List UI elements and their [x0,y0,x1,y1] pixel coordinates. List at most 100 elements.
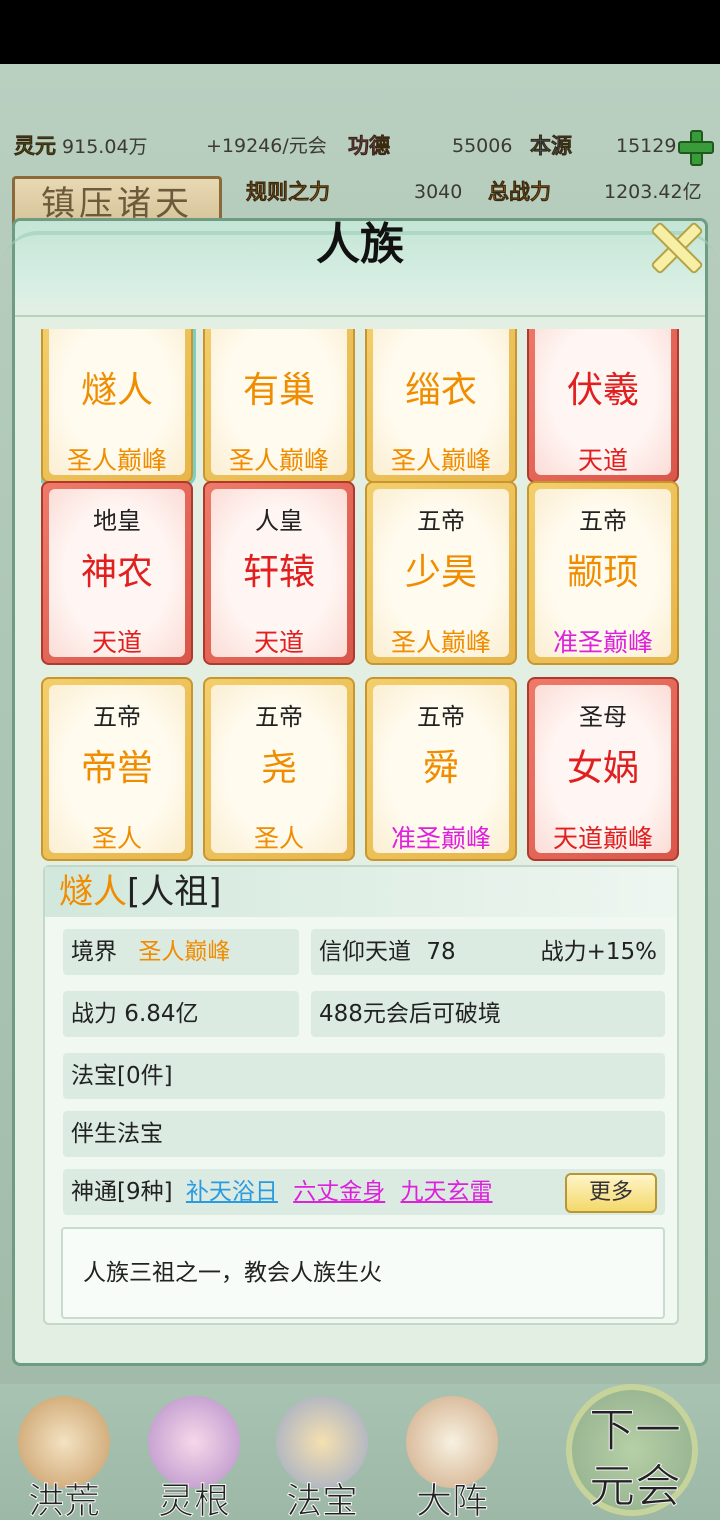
card-name: 颛顼 [566,552,639,593]
card-name: 缁衣 [404,370,477,411]
card-rank: 天道 [577,446,628,475]
lingyuan-rate: +19246/元会 [206,135,327,157]
card-face: 燧人 圣人巅峰 [49,329,185,475]
resource-bar: 灵元 915.04万 +19246/元会 功德 55006 本源 15129 [0,122,720,170]
skills-label: 神通[9种] [71,1179,173,1205]
faith-bonus: 战力+15% [540,939,657,965]
description-box: 人族三祖之一，教会人族生火 [61,1227,665,1319]
card-rank: 圣人巅峰 [390,446,491,475]
card-rank: 圣人巅峰 [228,446,329,475]
zongzhanli-value: 1203.42亿 [604,181,702,203]
character-card[interactable]: 五帝尧圣人 [203,677,355,861]
nav-label: 洪荒 [27,1481,100,1520]
card-rank: 天道巅峰 [552,824,653,853]
nav-label: 法宝 [285,1481,358,1520]
card-name: 燧人 [80,370,153,411]
skill-link[interactable]: 六丈金身 [293,1179,385,1205]
character-card[interactable]: 五帝 少昊 圣人巅峰 [365,481,517,665]
character-detail-panel: 燧人[人祖] 境界 圣人巅峰 信仰天道 78 战力+15% 战力 6.84亿 4… [43,865,679,1325]
nav-honghuang[interactable]: 洪荒 [4,1384,124,1520]
card-title: 圣母 [579,703,627,731]
character-card[interactable]: 燧人 圣人巅峰 [41,329,193,483]
zongzhanli-label: 总战力 [488,179,552,205]
faith-row: 信仰天道 78 战力+15% [311,929,665,975]
character-card[interactable]: 缁衣 圣人巅峰 [365,329,517,483]
character-grid: 燧人 圣人巅峰 有巢 圣人巅峰 缁衣 圣人巅峰 伏羲 天道 地皇 神农 天道 人皇 轩辕 天道 五帝 少昊 圣人… [41,329,681,865]
skill-link[interactable]: 九天玄雷 [401,1179,493,1205]
card-name: 尧 [260,748,297,789]
card-name: 有巢 [242,370,315,411]
skills-row: 神通[9种] 补天浴日 六丈金身 九天玄雷 更多 [63,1169,665,1215]
dialog-title: 人族 [316,219,404,270]
lingyuan-resource: 灵元 915.04万 [14,130,148,162]
resource-bar-secondary: 规则之力 3040 总战力 1203.42亿 [236,174,720,216]
lingyuan-label: 灵元 [14,133,57,159]
benyuan-value: 15129 [616,135,677,157]
card-face: 伏羲 天道 [535,329,671,475]
card-rank: 准圣巅峰 [552,628,653,657]
companion-treasure-row[interactable]: 伴生法宝 [63,1111,665,1157]
card-face: 五帝 帝喾 圣人 [49,685,185,853]
card-name: 舜 [422,748,459,789]
power-row: 战力 6.84亿 [63,991,299,1037]
skill-link[interactable]: 补天浴日 [186,1179,278,1205]
character-card[interactable]: 五帝 颛顼 准圣巅峰 [527,481,679,665]
add-resource-button[interactable] [676,128,714,166]
guize-value: 3040 [414,181,463,203]
detail-header: 燧人[人祖] [45,867,677,917]
card-face: 圣母 女娲 天道巅峰 [535,685,671,853]
detail-title-suffix: [人祖] [127,872,222,912]
faith-value: 78 [426,939,456,965]
card-face: 五帝舜准圣巅峰 [373,685,509,853]
nav-label: 大阵 [415,1481,488,1520]
character-card[interactable]: 地皇 神农 天道 [41,481,193,665]
character-card[interactable]: 人皇 轩辕 天道 [203,481,355,665]
card-name: 少昊 [404,552,477,593]
card-rank: 圣人巅峰 [66,446,167,475]
more-skills-button[interactable]: 更多 [565,1173,657,1213]
nav-dazhen[interactable]: 大阵 [392,1384,512,1520]
guize-label: 规则之力 [246,179,331,205]
status-bar [0,0,720,64]
card-name: 帝喾 [80,748,153,789]
card-name: 伏羲 [566,370,639,411]
character-card[interactable]: 有巢 圣人巅峰 [203,329,355,483]
detail-name: 燧人 [59,872,127,912]
card-rank: 圣人 [253,824,304,853]
detail-title: 燧人[人祖] [59,869,222,915]
gongde-value: 55006 [452,135,513,157]
gongde-label: 功德 [348,133,391,159]
nav-linggen[interactable]: 灵根 [134,1384,254,1520]
card-face: 地皇 神农 天道 [49,489,185,657]
character-card[interactable]: 圣母 女娲 天道巅峰 [527,677,679,861]
card-name: 女娲 [566,748,639,789]
next-era-button[interactable]: 下一 元会 [560,1384,720,1520]
card-rank: 圣人巅峰 [390,628,491,657]
treasure-row[interactable]: 法宝[0件] [63,1053,665,1099]
realm-value: 圣人巅峰 [138,939,231,965]
card-face: 缁衣 圣人巅峰 [373,329,509,475]
card-rank: 准圣巅峰 [390,824,491,853]
card-face: 五帝 少昊 圣人巅峰 [373,489,509,657]
card-name: 轩辕 [242,552,315,593]
card-face: 人皇 轩辕 天道 [211,489,347,657]
card-title: 五帝 [93,703,141,731]
character-card[interactable]: 五帝 帝喾 圣人 [41,677,193,861]
card-face: 五帝 颛顼 准圣巅峰 [535,489,671,657]
dialog-header: 人族 [3,219,717,317]
card-title: 地皇 [93,507,141,535]
card-rank: 圣人 [91,824,142,853]
next-era-line2: 元会 [589,1459,682,1514]
card-title: 五帝 [255,703,303,731]
bottom-nav: 洪荒 灵根 法宝 大阵 下一 元会 [0,1384,720,1520]
benyuan-label: 本源 [530,133,573,159]
nav-label: 灵根 [157,1481,230,1520]
card-name: 神农 [80,552,153,593]
nav-fabao[interactable]: 法宝 [262,1384,382,1520]
character-card[interactable]: 五帝舜准圣巅峰 [365,677,517,861]
character-card[interactable]: 伏羲 天道 [527,329,679,483]
close-icon[interactable] [643,215,705,277]
card-title: 五帝 [579,507,627,535]
card-title: 五帝 [417,507,465,535]
faith-label: 信仰天道 [319,939,411,965]
